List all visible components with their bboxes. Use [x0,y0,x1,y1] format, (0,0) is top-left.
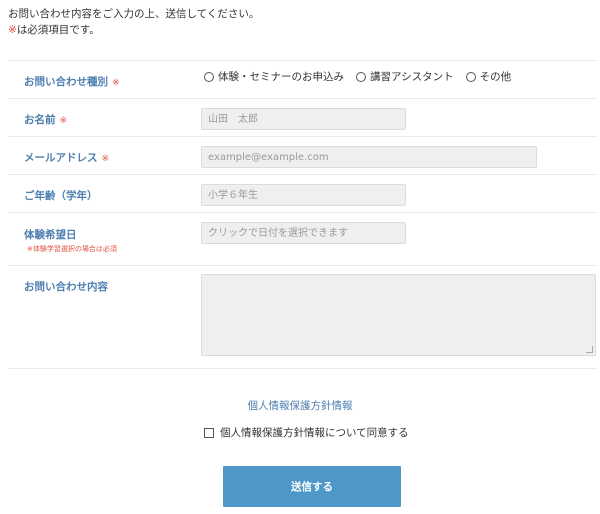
radio-label: その他 [479,71,512,83]
required-mark: ※ [101,154,110,164]
email-label: メールアドレス ※ [24,150,109,165]
resize-handle-icon[interactable] [586,346,593,353]
email-label-text: メールアドレス [24,152,98,164]
email-row: メールアドレス ※ [8,136,597,175]
agree-checkbox[interactable] [204,427,214,438]
message-textarea[interactable] [201,274,596,356]
name-input[interactable] [201,108,406,130]
required-note: ※は必須項目です。 [8,22,259,38]
required-mark: ※ [8,24,17,36]
age-label: ご年齢（学年） [24,190,98,202]
agree-label: 個人情報保護方針情報について同意する [220,427,409,439]
radio-label: 講習アシスタント [370,71,454,83]
radio-button[interactable] [465,71,476,82]
name-label-text: お名前 [24,114,56,126]
privacy-policy-link[interactable]: 個人情報保護方針情報 [0,398,600,413]
intro-line: お問い合わせ内容をご入力の上、送信してください。 [8,8,260,20]
required-note-text: は必須項目です。 [16,24,100,36]
radio-option-other[interactable]: その他 [465,69,512,84]
date-note: ※体験学習選択の場合は必須 [27,245,117,253]
age-input[interactable] [201,184,406,206]
required-mark: ※ [59,116,68,126]
email-input[interactable] [201,146,537,168]
date-row: 体験希望日 ※体験学習選択の場合は必須 [8,212,597,266]
intro-text: お問い合わせ内容をご入力の上、送信してください。 ※は必須項目です。 [8,6,259,38]
inquiry-type-label: お問い合わせ種別 ※ [24,74,120,89]
age-row: ご年齢（学年） [8,174,597,213]
radio-button[interactable] [356,71,366,82]
radio-option-assistant[interactable]: 講習アシスタント [356,69,454,84]
name-row: お名前 ※ [8,98,597,137]
date-label: 体験希望日 [24,229,77,241]
date-input[interactable] [201,222,406,244]
message-label: お問い合わせ内容 [24,281,108,293]
message-row: お問い合わせ内容 [8,265,597,369]
inquiry-type-row: お問い合わせ種別 ※ 体験・セミナーのお申込み 講習アシスタント その他 [8,60,597,99]
radio-label: 体験・セミナーのお申込み [218,71,344,83]
inquiry-type-radios: 体験・セミナーのお申込み 講習アシスタント その他 [204,69,511,84]
privacy-agree[interactable]: 個人情報保護方針情報について同意する [204,425,409,440]
radio-option-trial[interactable]: 体験・セミナーのお申込み [204,69,344,84]
inquiry-type-label-text: お問い合わせ種別 [24,76,108,88]
radio-button[interactable] [204,71,214,82]
submit-button[interactable]: 送信する [223,466,401,507]
name-label: お名前 ※ [24,112,67,127]
required-mark: ※ [112,78,120,88]
